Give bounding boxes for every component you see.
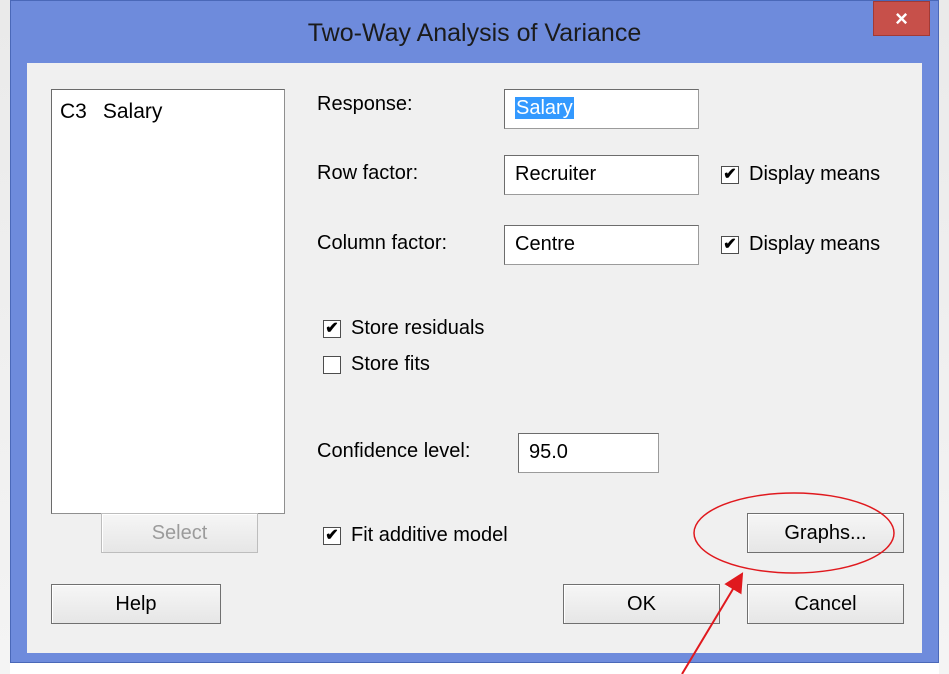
cancel-button[interactable]: Cancel	[747, 584, 904, 624]
graphs-button[interactable]: Graphs...	[747, 513, 904, 553]
dialog-body: C3 Salary Response: Salary Row factor: R…	[27, 63, 922, 653]
store-residuals-box[interactable]: ✔	[323, 319, 341, 338]
close-icon: ×	[895, 5, 908, 31]
row-factor-input-value: Recruiter	[515, 163, 597, 185]
background-stripe-left	[0, 0, 10, 674]
title-bar[interactable]: Two-Way Analysis of Variance ×	[11, 1, 938, 63]
response-input-value: Salary	[515, 97, 574, 119]
response-input[interactable]: Salary	[504, 89, 699, 129]
variables-listbox[interactable]: C3 Salary	[51, 89, 285, 514]
store-fits-checkbox[interactable]: Store fits	[323, 353, 430, 376]
background-stripe-right	[939, 0, 949, 674]
checkmark-icon: ✔	[723, 165, 737, 183]
list-item-name: Salary	[102, 100, 163, 123]
dialog-title: Two-Way Analysis of Variance	[307, 19, 642, 47]
column-display-means-checkbox[interactable]: ✔ Display means	[721, 233, 880, 256]
ok-button[interactable]: OK	[563, 584, 720, 624]
response-label: Response:	[317, 93, 413, 115]
row-display-means-box[interactable]: ✔	[721, 165, 739, 184]
two-way-anova-dialog: Two-Way Analysis of Variance × C3 Salary…	[10, 0, 939, 663]
fit-additive-model-box[interactable]: ✔	[323, 526, 341, 545]
close-button[interactable]: ×	[873, 1, 930, 36]
column-factor-label: Column factor:	[317, 232, 448, 254]
confidence-level-input[interactable]: 95.0	[518, 433, 659, 473]
store-fits-box[interactable]	[323, 355, 341, 374]
store-residuals-checkbox[interactable]: ✔ Store residuals	[323, 317, 484, 340]
column-display-means-label: Display means	[749, 233, 881, 255]
help-button[interactable]: Help	[51, 584, 221, 624]
column-factor-input[interactable]: Centre	[504, 225, 699, 265]
checkmark-icon: ✔	[325, 526, 339, 544]
list-item[interactable]: C3 Salary	[60, 100, 162, 124]
store-residuals-label: Store residuals	[351, 317, 485, 339]
confidence-level-value: 95.0	[529, 441, 568, 463]
store-fits-label: Store fits	[351, 353, 430, 375]
list-item-column: C3	[60, 100, 87, 123]
row-display-means-label: Display means	[749, 163, 881, 185]
select-button[interactable]: Select	[101, 513, 258, 553]
row-factor-label: Row factor:	[317, 162, 419, 184]
row-display-means-checkbox[interactable]: ✔ Display means	[721, 163, 880, 186]
column-display-means-box[interactable]: ✔	[721, 235, 739, 254]
fit-additive-model-checkbox[interactable]: ✔ Fit additive model	[323, 524, 508, 547]
checkmark-icon: ✔	[723, 235, 737, 253]
checkmark-icon: ✔	[325, 319, 339, 337]
fit-additive-model-label: Fit additive model	[351, 524, 508, 546]
confidence-level-label: Confidence level:	[317, 440, 471, 462]
column-factor-input-value: Centre	[515, 233, 576, 255]
row-factor-input[interactable]: Recruiter	[504, 155, 699, 195]
